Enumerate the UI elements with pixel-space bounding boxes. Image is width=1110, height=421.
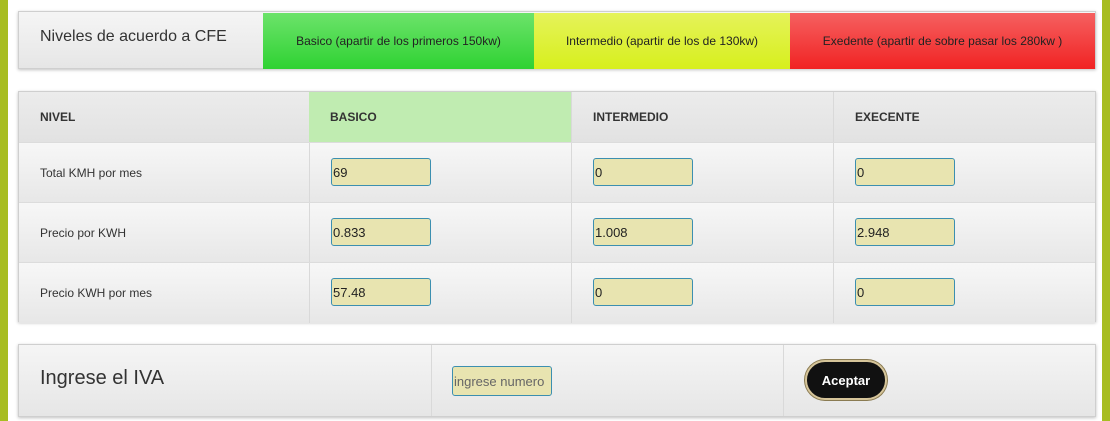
divider [783, 345, 784, 416]
consumption-table: NIVEL BASICO INTERMEDIO EXECENTE Total K… [18, 91, 1096, 323]
basic-cell [309, 263, 571, 323]
price-kwh-intermediate-input[interactable] [593, 218, 693, 246]
price-month-intermediate-input[interactable] [593, 278, 693, 306]
excess-cell [833, 203, 1095, 263]
iva-panel: Ingrese el IVA Aceptar [18, 344, 1096, 417]
right-border-stripe [1102, 0, 1110, 421]
header-nivel: NIVEL [40, 110, 76, 124]
intermediate-cell [571, 203, 833, 263]
table-header-row: NIVEL BASICO INTERMEDIO EXECENTE [19, 92, 1095, 142]
table-row-total-kmh: Total KMH por mes [19, 142, 1095, 203]
intermediate-cell [571, 143, 833, 203]
row-label: Total KMH por mes [40, 166, 143, 180]
excess-cell [833, 263, 1095, 323]
price-month-basic-input[interactable] [331, 278, 431, 306]
excess-cell [833, 143, 1095, 203]
row-label: Precio por KWH [40, 226, 127, 240]
price-month-excess-input[interactable] [855, 278, 955, 306]
basic-cell [309, 203, 571, 263]
total-kmh-excess-input[interactable] [855, 158, 955, 186]
table-row-price-kwh-month: Precio KWH por mes [19, 262, 1095, 323]
level-intermediate-badge: Intermedio (apartir de los de 130kw) [534, 13, 790, 69]
level-basic-badge: Basico (apartir de los primeros 150kw) [263, 13, 534, 69]
left-border-stripe [0, 0, 8, 421]
iva-label: Ingrese el IVA [40, 367, 165, 389]
header-basico: BASICO [309, 92, 571, 142]
divider [431, 345, 432, 416]
levels-title: Niveles de acuerdo a CFE [40, 28, 227, 45]
intermediate-cell [571, 263, 833, 323]
total-kmh-intermediate-input[interactable] [593, 158, 693, 186]
accept-button[interactable]: Aceptar [805, 360, 887, 400]
price-kwh-excess-input[interactable] [855, 218, 955, 246]
table-row-price-kwh: Precio por KWH [19, 202, 1095, 263]
row-label: Precio KWH por mes [40, 286, 153, 300]
total-kmh-basic-input[interactable] [331, 158, 431, 186]
price-kwh-basic-input[interactable] [331, 218, 431, 246]
basic-cell [309, 143, 571, 203]
levels-panel: Niveles de acuerdo a CFE Basico (apartir… [18, 11, 1096, 69]
level-excess-badge: Exedente (apartir de sobre pasar los 280… [790, 13, 1095, 69]
header-intermedio: INTERMEDIO [571, 92, 833, 142]
iva-input[interactable] [452, 366, 552, 396]
header-execente: EXECENTE [833, 92, 1095, 142]
